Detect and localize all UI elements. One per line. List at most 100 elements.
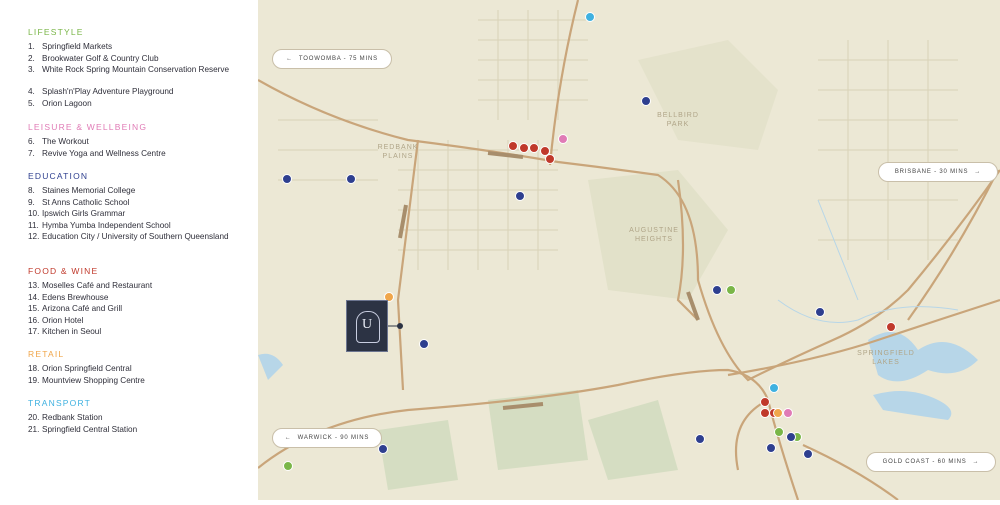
map-area[interactable]: REDBANK PLAINS BELLBIRD PARK AUGUSTINE H… xyxy=(257,0,1000,501)
legend-item: 20. Redbank Station xyxy=(28,412,250,423)
legend-item-label: Springfield Central Station xyxy=(42,424,138,434)
legend-item-number: 5. xyxy=(28,98,35,108)
legend-item-number: 1. xyxy=(28,42,35,51)
legend-item-number: 20. xyxy=(28,413,40,422)
poi-marker[interactable] xyxy=(726,285,736,295)
direction-pill-brisbane[interactable]: BRISBANE - 30 MINS → xyxy=(878,162,998,182)
poi-marker[interactable] xyxy=(282,174,292,184)
poi-marker[interactable] xyxy=(769,383,779,393)
direction-pill-gold-coast[interactable]: GOLD COAST - 60 MINS → xyxy=(866,452,996,472)
poi-marker[interactable] xyxy=(419,339,429,349)
poi-marker[interactable] xyxy=(766,443,776,453)
legend-item: 19. Mountview Shopping Centre xyxy=(28,375,250,386)
poi-marker[interactable] xyxy=(585,12,595,22)
poi-marker[interactable] xyxy=(641,96,651,106)
legend-item-label: Brookwater Golf & Country Club xyxy=(42,53,159,63)
legend-item-label: Staines Memorial College xyxy=(42,186,136,195)
legend-item-number: 7. xyxy=(28,148,35,158)
place-label: REDBANK PLAINS xyxy=(377,144,419,160)
legend-item-number: 11. xyxy=(28,220,39,230)
legend-category-heading: EDUCATION xyxy=(28,171,89,181)
poi-marker[interactable] xyxy=(712,285,722,295)
legend-item-label: Redbank Station xyxy=(42,413,103,422)
legend-item-number: 12. xyxy=(28,232,40,241)
legend-category-heading: TRANSPORT xyxy=(28,398,92,408)
poi-marker[interactable] xyxy=(508,141,518,151)
legend-item-label: Orion Hotel xyxy=(42,315,84,325)
poi-marker[interactable] xyxy=(760,408,770,418)
legend-category-heading: RETAIL xyxy=(28,349,65,359)
legend-item-label: Orion Lagoon xyxy=(42,98,92,108)
pill-label: WARWICK - 90 MINS xyxy=(297,435,370,441)
poi-marker[interactable] xyxy=(695,434,705,444)
park-area xyxy=(378,420,458,490)
legend-item-number: 8. xyxy=(28,186,35,195)
legend-item-number: 2. xyxy=(28,53,35,63)
legend-item-label: Moselles Café and Restaurant xyxy=(42,281,153,290)
arrow-left-icon: ← xyxy=(286,56,293,62)
legend-item-number: 16. xyxy=(28,315,40,325)
legend-item: 16. Orion Hotel xyxy=(28,315,250,326)
legend-item-label: Springfield Markets xyxy=(42,42,113,51)
poi-marker[interactable] xyxy=(815,307,825,317)
map-canvas xyxy=(257,0,1000,501)
legend-item-number: 10. xyxy=(28,209,40,218)
legend-item-number: 6. xyxy=(28,137,35,146)
legend-item-label: Edens Brewhouse xyxy=(42,292,109,302)
legend-item-label: White Rock Spring Mountain Conservation … xyxy=(42,65,230,74)
legend-item: 15. Arizona Café and Grill xyxy=(28,303,250,314)
poi-marker[interactable] xyxy=(774,427,784,437)
poi-marker[interactable] xyxy=(783,408,793,418)
poi-marker[interactable] xyxy=(378,444,388,454)
legend-item: 10. Ipswich Girls Grammar xyxy=(28,208,250,219)
legend-item: 4. Splash'n'Play Adventure Playground xyxy=(28,86,250,97)
poi-marker[interactable] xyxy=(529,143,539,153)
poi-marker[interactable] xyxy=(558,134,568,144)
poi-marker[interactable] xyxy=(786,432,796,442)
legend-item-number: 21. xyxy=(28,424,40,434)
legend-panel: LIFESTYLE 1. Springfield Markets 2. Brookwat… xyxy=(0,0,258,500)
pill-label: BRISBANE - 30 MINS xyxy=(894,169,969,175)
legend-item-label: Mountview Shopping Centre xyxy=(42,375,145,385)
site-dot xyxy=(397,323,403,329)
legend-item-label: Splash'n'Play Adventure Playground xyxy=(42,87,174,96)
legend-item: 14. Edens Brewhouse xyxy=(28,292,250,303)
poi-marker[interactable] xyxy=(760,397,770,407)
pill-label: GOLD COAST - 60 MINS xyxy=(882,459,967,465)
legend-item-number: 15. xyxy=(28,304,40,313)
poi-marker[interactable] xyxy=(886,322,896,332)
poi-marker[interactable] xyxy=(545,154,555,164)
direction-pill-warwick[interactable]: ← WARWICK - 90 MINS xyxy=(272,428,382,448)
legend-item-number: 9. xyxy=(28,197,35,207)
development-site-logo[interactable]: U xyxy=(346,300,388,352)
poi-marker[interactable] xyxy=(283,461,293,471)
legend-item-number: 18. xyxy=(28,364,40,373)
site-logo-letter: U xyxy=(361,317,373,332)
legend-item: 6. The Workout xyxy=(28,136,250,147)
direction-pill-toowomba[interactable]: ← TOOWOMBA - 75 MINS xyxy=(272,49,392,69)
legend-item-label: Revive Yoga and Wellness Centre xyxy=(42,148,166,158)
legend-item: 7. Revive Yoga and Wellness Centre xyxy=(28,148,250,159)
legend-item: 18. Orion Springfield Central xyxy=(28,363,250,374)
legend-item-number: 13. xyxy=(28,281,40,290)
poi-marker[interactable] xyxy=(803,449,813,459)
legend-item: 13. Moselles Café and Restaurant xyxy=(28,280,250,291)
legend-item: 11. Hymba Yumba Independent School xyxy=(28,220,250,231)
arrow-right-icon: → xyxy=(974,169,982,175)
legend-item-label: Orion Springfield Central xyxy=(42,364,132,373)
poi-marker[interactable] xyxy=(773,408,783,418)
legend-item: 17. Kitchen in Seoul xyxy=(28,326,250,337)
poi-marker[interactable] xyxy=(515,191,525,201)
poi-marker[interactable] xyxy=(519,143,529,153)
legend-item-label: Ipswich Girls Grammar xyxy=(42,209,126,218)
legend-item: 8. Staines Memorial College xyxy=(28,185,250,196)
legend-item-label: The Workout xyxy=(42,137,89,146)
legend-item: 3. White Rock Spring Mountain Conservatio… xyxy=(28,64,250,75)
legend-item-number: 14. xyxy=(28,292,40,302)
poi-marker[interactable] xyxy=(346,174,356,184)
legend-item-label: Arizona Café and Grill xyxy=(42,304,123,313)
legend-item: 1. Springfield Markets xyxy=(28,41,250,52)
legend-item-number: 3. xyxy=(28,65,35,74)
place-label: SPRINGFIELD LAKES xyxy=(857,350,915,366)
legend-item-label: Hymba Yumba Independent School xyxy=(42,220,171,230)
